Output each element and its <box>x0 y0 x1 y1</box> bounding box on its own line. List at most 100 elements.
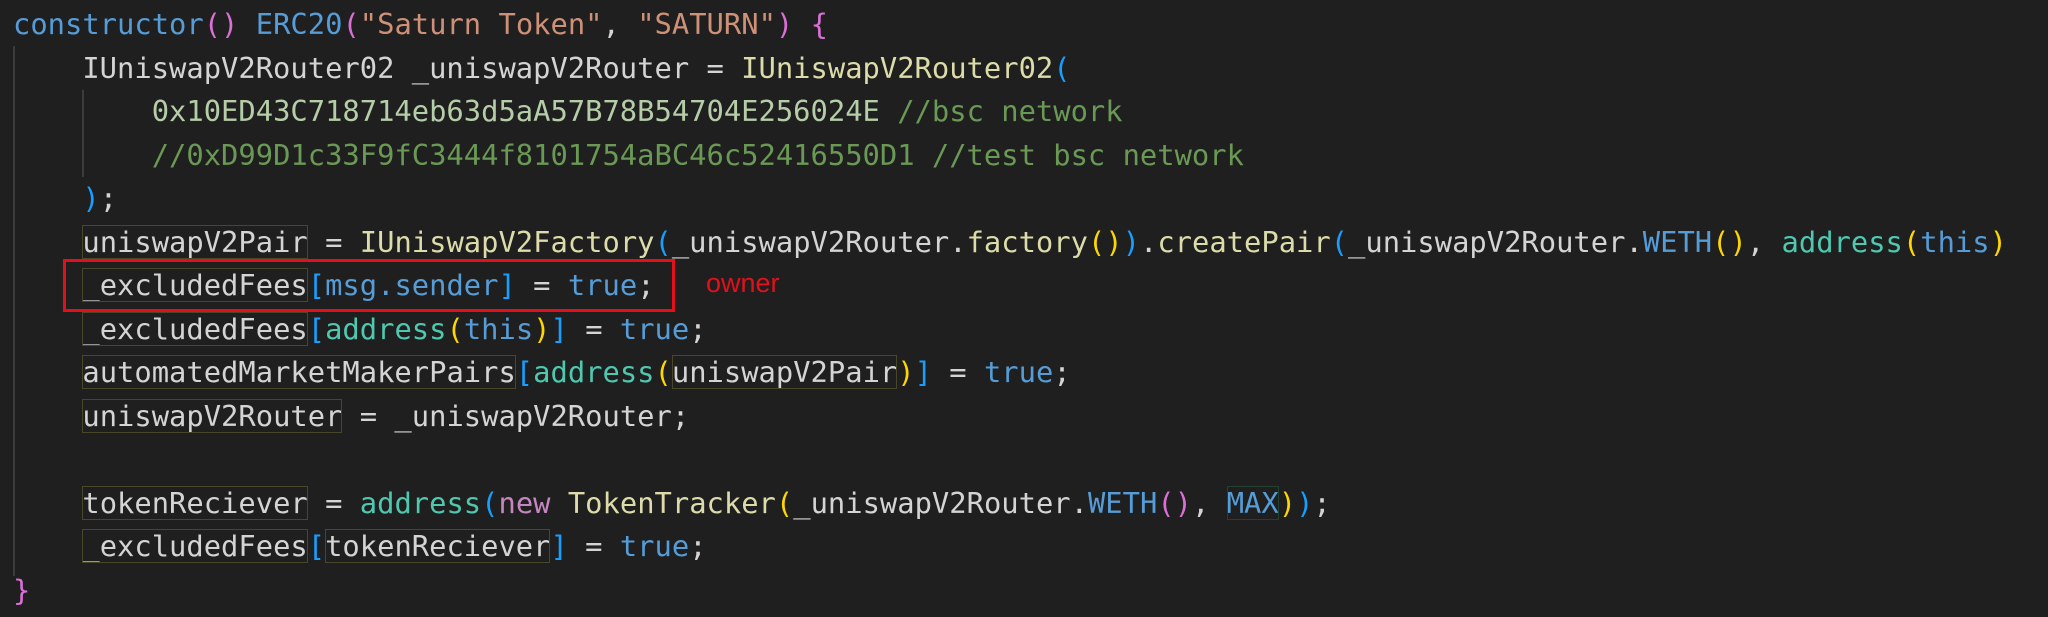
code-token: address <box>325 311 447 346</box>
code-token: ] <box>914 355 932 389</box>
code-token: ) <box>82 181 100 215</box>
code-token: ( <box>1330 224 1349 259</box>
code-token: ( <box>342 7 360 41</box>
code-token: ( <box>1902 224 1921 259</box>
code-line[interactable]: //0xD99D1c33F9fC3444f8101754aBC46c524165… <box>13 134 2007 178</box>
code-token: ] <box>550 529 568 563</box>
code-token: "SATURN" <box>637 7 776 41</box>
code-token: //0xD99D1c33F9fC3444f8101754aBC46c524165… <box>151 137 1244 172</box>
code-token: , <box>1746 224 1782 259</box>
code-line[interactable]: constructor() ERC20("Saturn Token", "SAT… <box>13 3 2007 47</box>
code-token: ] <box>550 311 568 346</box>
code-token: "Saturn Token" <box>359 7 603 41</box>
code-token: _excludedFees <box>82 311 308 346</box>
code-token: ) <box>1122 224 1140 259</box>
code-token: constructor <box>13 7 204 41</box>
code-token: createPair <box>1157 224 1331 259</box>
code-token: MAX <box>1226 485 1279 520</box>
code-token: automatedMarketMakerPairs <box>82 355 516 389</box>
code-token: uniswapV2Router <box>82 398 343 433</box>
code-token: ; <box>689 311 707 346</box>
code-token: _uniswapV2Router. <box>1348 224 1643 259</box>
code-token: . <box>1139 224 1158 259</box>
code-token: () <box>203 7 239 41</box>
code-token: uniswapV2Pair <box>671 355 898 389</box>
code-token: = <box>931 355 984 389</box>
code-token: 0x10ED43C718714eb63d5aA57B78B54704E25602… <box>151 94 880 128</box>
code-line[interactable]: } <box>13 569 2007 613</box>
code-token: tokenReciever <box>325 529 551 563</box>
code-token: () <box>1087 224 1123 259</box>
code-token: ) <box>775 7 794 41</box>
code-line[interactable]: _excludedFees[address(this)] = true; <box>13 308 2007 352</box>
code-token: ( <box>654 224 672 259</box>
code-token: true <box>619 529 690 563</box>
code-token: = <box>567 311 620 346</box>
code-line[interactable]: uniswapV2Router = _uniswapV2Router; <box>13 395 2007 439</box>
code-token: tokenReciever <box>82 485 308 520</box>
code-token: = <box>307 485 360 520</box>
code-token: ; <box>99 181 118 215</box>
code-line[interactable]: tokenReciever = address(new TokenTracker… <box>13 482 2007 526</box>
code-token: [ <box>307 311 326 346</box>
code-token: true <box>619 311 690 346</box>
code-token: () <box>1157 485 1193 520</box>
code-token: WETH <box>1087 485 1158 520</box>
code-token: TokenTracker <box>567 485 776 520</box>
highlight-annotation-box <box>63 259 675 312</box>
code-token: factory <box>966 224 1088 259</box>
code-line[interactable]: automatedMarketMakerPairs[address(uniswa… <box>13 351 2007 395</box>
code-token: ( <box>1053 50 1071 85</box>
code-token: } <box>13 572 31 607</box>
code-token: address <box>359 485 482 520</box>
code-token: () <box>1712 224 1747 259</box>
code-line[interactable]: 0x10ED43C718714eb63d5aA57B78B54704E25602… <box>13 90 2007 134</box>
code-token: new <box>498 485 551 520</box>
code-token: { <box>810 7 828 41</box>
code-token: ERC20 <box>255 7 343 41</box>
code-token: [ <box>515 355 534 389</box>
code-line[interactable]: IUniswapV2Router02 _uniswapV2Router = IU… <box>13 47 2007 91</box>
code-token: IUniswapV2Router02 <box>741 50 1054 85</box>
code-token: this <box>1920 224 1990 259</box>
code-token: , <box>602 7 638 41</box>
code-token: _uniswapV2Router. <box>671 224 967 259</box>
code-token: ( <box>775 485 794 520</box>
code-token: , <box>1192 485 1227 520</box>
code-token: = <box>307 224 360 259</box>
code-line[interactable]: uniswapV2Pair = IUniswapV2Factory(_unisw… <box>13 221 2007 265</box>
code-token: ) <box>1989 224 2007 259</box>
code-token: = <box>567 529 620 563</box>
code-token: ( <box>654 355 672 389</box>
code-token: address <box>533 355 655 389</box>
code-token: ; <box>689 529 707 563</box>
code-line[interactable]: ); <box>13 177 2007 221</box>
code-token: uniswapV2Pair <box>82 224 308 259</box>
code-token: [ <box>307 529 326 563</box>
code-token: //bsc network <box>897 94 1123 128</box>
code-line[interactable] <box>13 438 2007 482</box>
code-token: _uniswapV2Router. <box>793 485 1088 520</box>
code-token: ) <box>897 355 915 389</box>
code-token: ; <box>1053 355 1071 389</box>
code-token: IUniswapV2Factory <box>359 224 655 259</box>
code-token: ( <box>481 485 499 520</box>
code-token: address <box>1781 224 1903 259</box>
code-token: ( <box>446 311 464 346</box>
code-line[interactable]: _excludedFees[tokenReciever] = true; <box>13 525 2007 569</box>
code-token: WETH <box>1642 224 1713 259</box>
code-token: IUniswapV2Router02 _uniswapV2Router = <box>13 50 742 85</box>
